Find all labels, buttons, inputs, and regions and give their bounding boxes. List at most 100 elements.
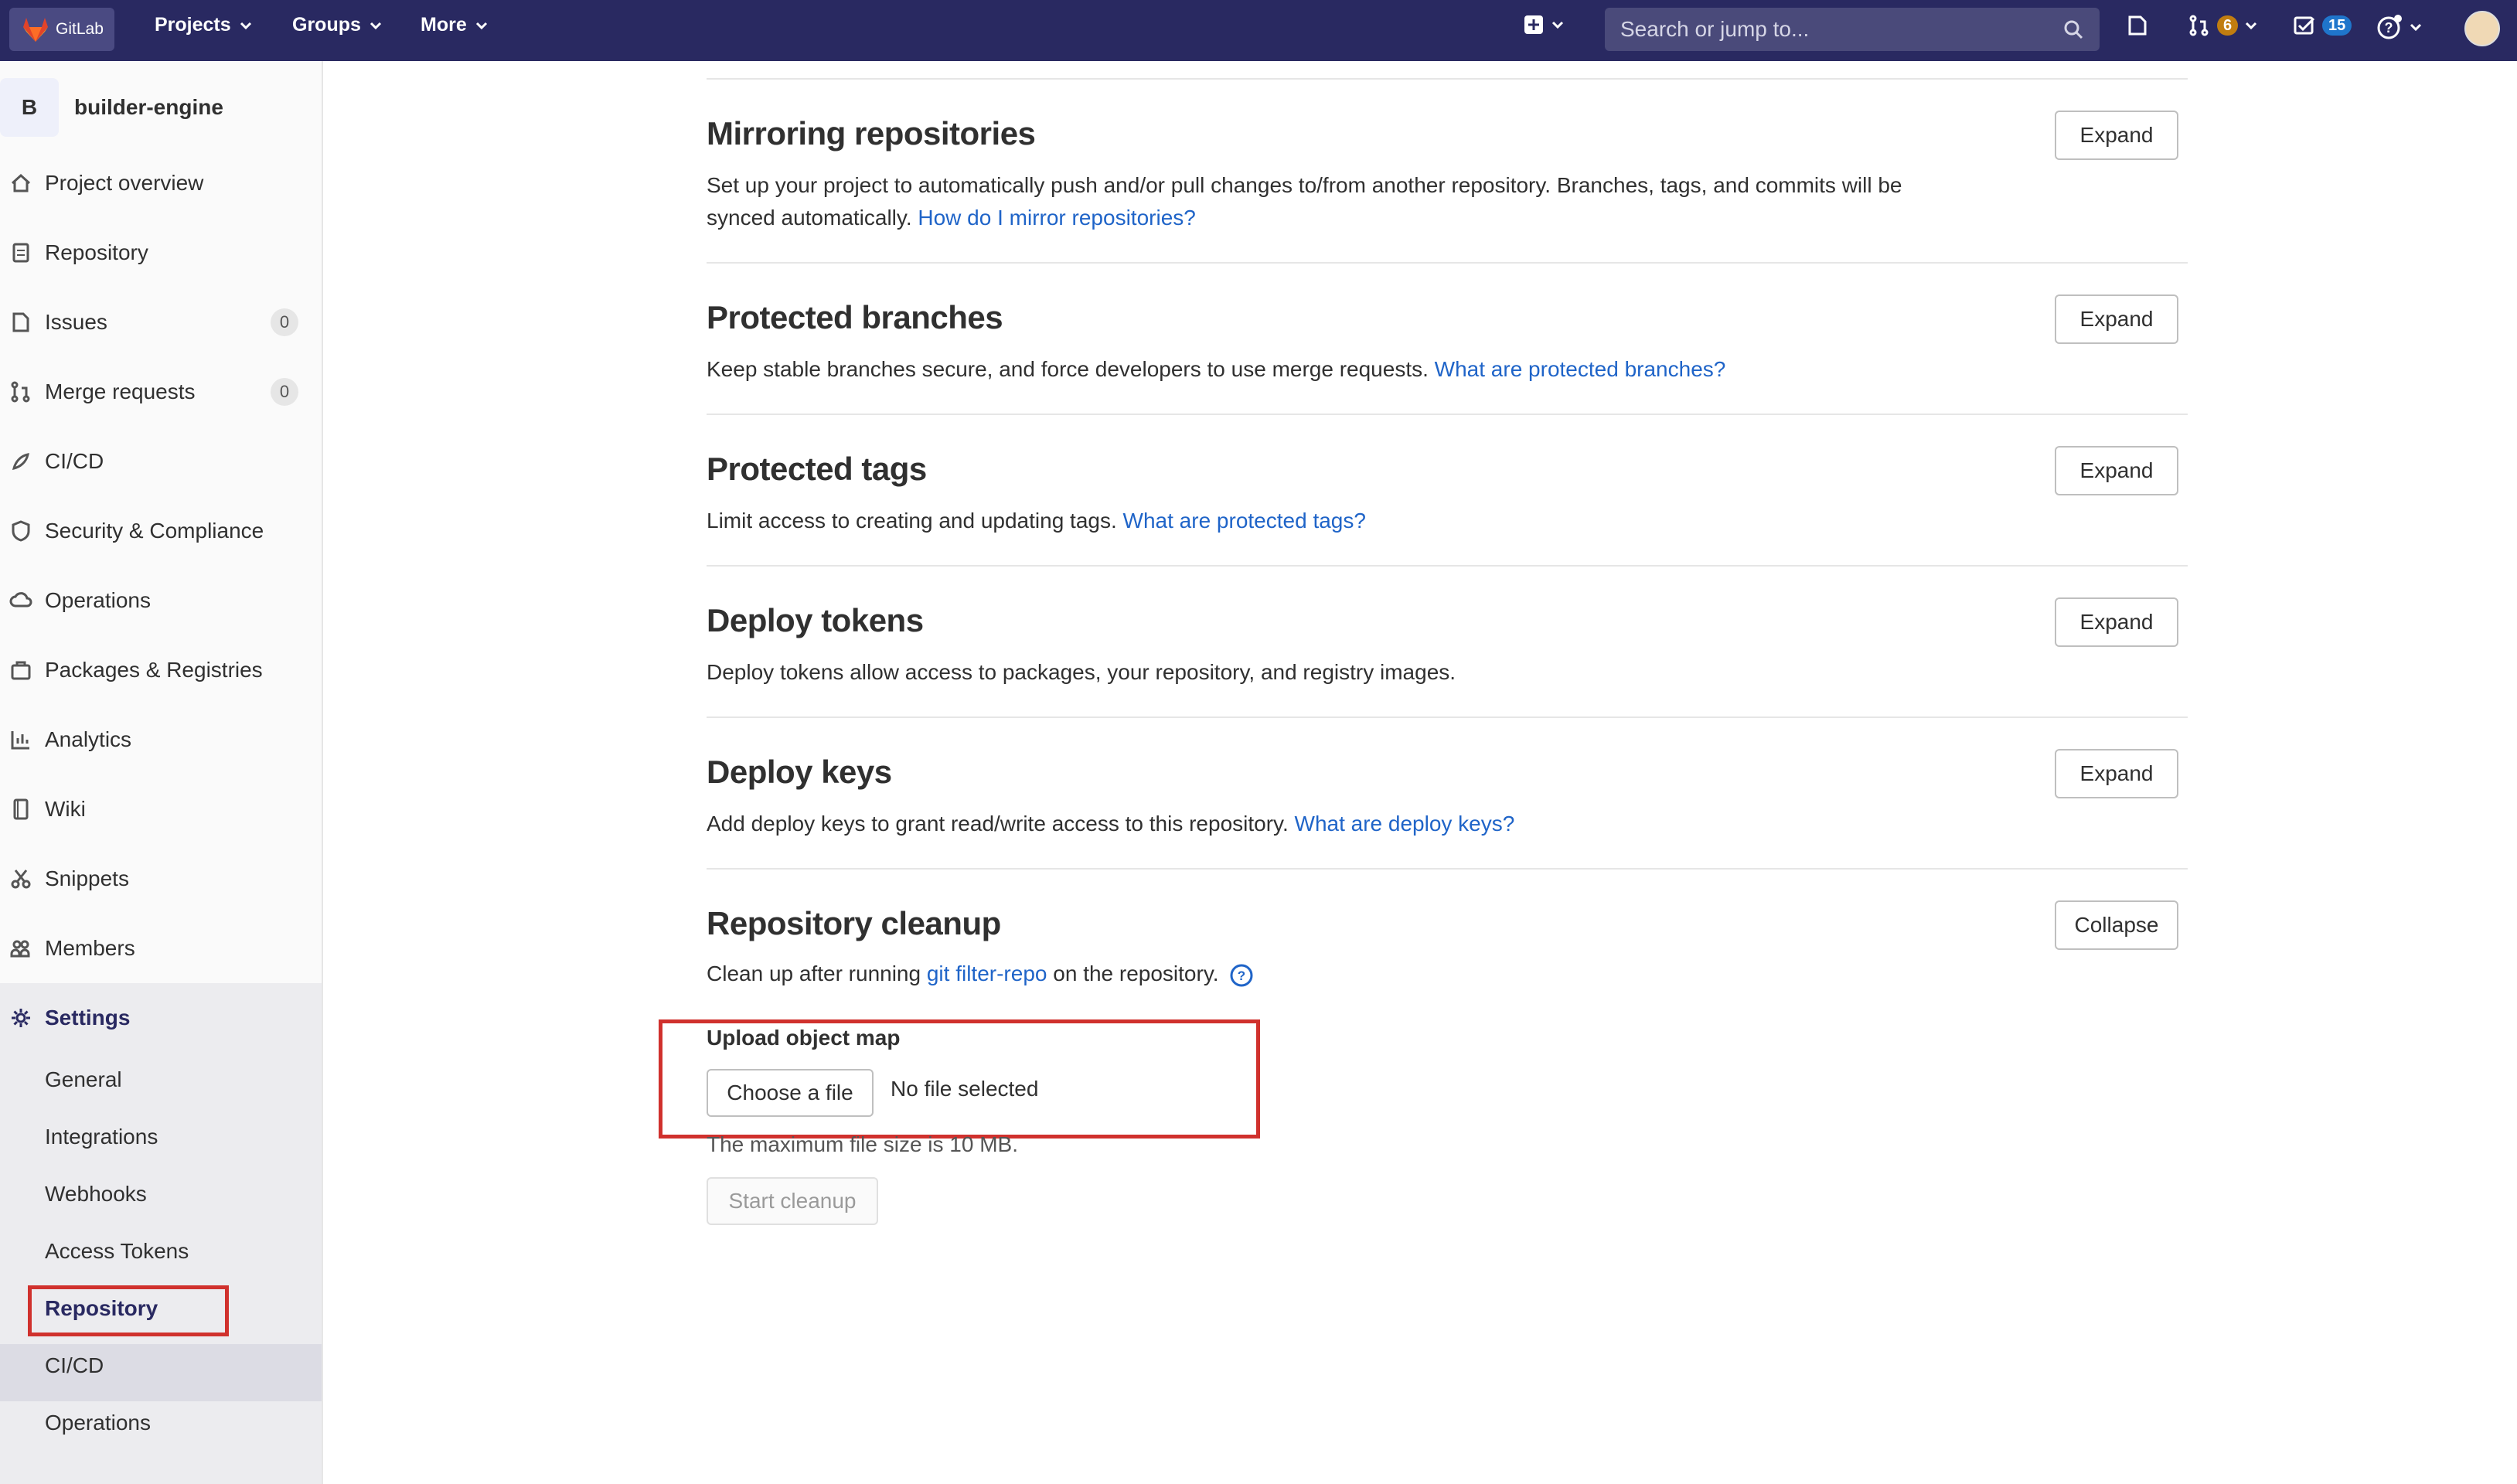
- sidebar-item-operations[interactable]: Operations: [0, 579, 322, 622]
- highlight-box-sidebar: [28, 1285, 229, 1336]
- sidebar-item-cicd[interactable]: CI/CD: [0, 440, 322, 483]
- question-circle-icon[interactable]: ?: [1229, 963, 1254, 988]
- nav-more[interactable]: More: [421, 14, 489, 36]
- chevron-down-icon: [240, 22, 251, 29]
- expand-protected-branches-button[interactable]: Expand: [2055, 294, 2178, 344]
- sidebar-item-label: Snippets: [45, 866, 129, 890]
- settings-sub-operations[interactable]: Operations: [45, 1411, 151, 1435]
- section-desc-mirroring: Set up your project to automatically pus…: [707, 169, 1974, 234]
- search-placeholder: Search or jump to...: [1620, 17, 1810, 41]
- project-header[interactable]: B builder-engine: [0, 78, 223, 137]
- chart-icon: [8, 727, 34, 753]
- settings-sub-cicd[interactable]: CI/CD: [45, 1353, 104, 1378]
- help-dropdown[interactable]: ?: [2376, 14, 2423, 40]
- sidebar-item-analytics[interactable]: Analytics: [0, 718, 322, 761]
- search-input[interactable]: Search or jump to...: [1605, 8, 2100, 51]
- mirroring-help-link[interactable]: How do I mirror repositories?: [918, 206, 1195, 230]
- protected-tags-help-link[interactable]: What are protected tags?: [1123, 509, 1366, 533]
- expand-deploy-keys-button[interactable]: Expand: [2055, 749, 2178, 798]
- issues-icon: [8, 309, 34, 335]
- nav-projects-label: Projects: [155, 14, 231, 36]
- todos-shortcut[interactable]: 15: [2293, 14, 2352, 37]
- expand-protected-tags-button[interactable]: Expand: [2055, 446, 2178, 495]
- collapse-cleanup-button[interactable]: Collapse: [2055, 900, 2178, 950]
- project-name: builder-engine: [74, 95, 223, 119]
- tanuki-icon: [23, 18, 48, 42]
- todos-count: 15: [2322, 15, 2352, 36]
- deploy-keys-help-link[interactable]: What are deploy keys?: [1295, 812, 1515, 836]
- sidebar-item-label: Members: [45, 936, 135, 960]
- cleanup-desc-after: on the repository.: [1053, 962, 1219, 985]
- section-desc-text: Limit access to creating and updating ta…: [707, 509, 1117, 533]
- sidebar-item-merge-requests[interactable]: Merge requests 0: [0, 370, 322, 414]
- sidebar-item-settings[interactable]: Settings: [0, 996, 322, 1040]
- divider: [707, 78, 2188, 80]
- help-icon: ?: [2377, 15, 2402, 39]
- issues-shortcut[interactable]: [2126, 14, 2149, 37]
- git-filter-repo-link[interactable]: git filter-repo: [927, 962, 1047, 985]
- sidebar-item-wiki[interactable]: Wiki: [0, 788, 322, 831]
- settings-sub-webhooks[interactable]: Webhooks: [45, 1182, 147, 1207]
- section-desc-cleanup: Clean up after running git filter-repo o…: [707, 958, 1974, 990]
- project-avatar: B: [0, 78, 59, 137]
- chevron-down-icon: [370, 22, 381, 29]
- sidebar-item-snippets[interactable]: Snippets: [0, 857, 322, 900]
- section-desc-deploy-tokens: Deploy tokens allow access to packages, …: [707, 656, 1974, 689]
- merge-requests-count-badge: 0: [271, 378, 298, 406]
- sidebar-item-label: Settings: [45, 1006, 131, 1030]
- expand-deploy-tokens-button[interactable]: Expand: [2055, 597, 2178, 647]
- merge-requests-count: 6: [2217, 15, 2239, 36]
- sidebar-item-label: CI/CD: [45, 449, 104, 473]
- sidebar-item-label: Operations: [45, 588, 151, 612]
- divider: [707, 262, 2188, 264]
- section-desc-protected-tags: Limit access to creating and updating ta…: [707, 505, 1974, 537]
- sidebar-item-project-overview[interactable]: Project overview: [0, 162, 322, 205]
- gitlab-logo[interactable]: GitLab: [9, 8, 114, 51]
- divider: [707, 868, 2188, 870]
- nav-groups[interactable]: Groups: [292, 14, 383, 36]
- section-desc-text: Add deploy keys to grant read/write acce…: [707, 812, 1289, 836]
- rocket-icon: [8, 448, 34, 475]
- section-title-repository-cleanup: Repository cleanup: [707, 905, 1001, 941]
- merge-requests-shortcut[interactable]: 6: [2188, 14, 2258, 37]
- protected-branches-help-link[interactable]: What are protected branches?: [1435, 357, 1726, 381]
- logo-text: GitLab: [56, 20, 104, 38]
- section-title-mirroring: Mirroring repositories: [707, 115, 1036, 151]
- section-title-deploy-keys: Deploy keys: [707, 754, 892, 790]
- section-title-deploy-tokens: Deploy tokens: [707, 602, 924, 638]
- section-desc-protected-branches: Keep stable branches secure, and force d…: [707, 353, 1974, 386]
- divider: [707, 716, 2188, 718]
- sidebar-item-label: Issues: [45, 310, 107, 334]
- user-avatar[interactable]: [2464, 11, 2500, 46]
- settings-sub-access-tokens[interactable]: Access Tokens: [45, 1239, 189, 1264]
- chevron-down-icon: [2246, 22, 2257, 30]
- sidebar-item-label: Project overview: [45, 171, 204, 195]
- users-icon: [8, 935, 34, 962]
- home-icon: [8, 170, 34, 196]
- chevron-down-icon: [2410, 23, 2422, 32]
- settings-sub-general[interactable]: General: [45, 1067, 122, 1092]
- settings-sub-integrations[interactable]: Integrations: [45, 1125, 158, 1149]
- sidebar-item-label: Wiki: [45, 797, 86, 821]
- issues-count-badge: 0: [271, 308, 298, 336]
- section-title-protected-tags: Protected tags: [707, 451, 927, 487]
- sidebar-item-repository[interactable]: Repository: [0, 231, 322, 274]
- section-title-protected-branches: Protected branches: [707, 299, 1003, 335]
- start-cleanup-button[interactable]: Start cleanup: [707, 1177, 878, 1225]
- sidebar-item-issues[interactable]: Issues 0: [0, 301, 322, 344]
- sidebar-item-security[interactable]: Security & Compliance: [0, 509, 322, 553]
- expand-mirroring-button[interactable]: Expand: [2055, 111, 2178, 160]
- nav-groups-label: Groups: [292, 14, 361, 36]
- shield-icon: [8, 518, 34, 544]
- chevron-down-icon: [1551, 21, 1564, 29]
- gear-icon: [8, 1005, 34, 1031]
- sidebar-item-members[interactable]: Members: [0, 927, 322, 970]
- section-desc-text: Keep stable branches secure, and force d…: [707, 357, 1429, 381]
- sidebar-item-packages[interactable]: Packages & Registries: [0, 648, 322, 692]
- highlight-box-upload: [659, 1019, 1260, 1139]
- new-dropdown[interactable]: [1523, 14, 1565, 36]
- search-icon: [2064, 20, 2083, 39]
- cloud-gear-icon: [8, 587, 34, 614]
- nav-projects[interactable]: Projects: [155, 14, 253, 36]
- file-size-note: The maximum file size is 10 MB.: [707, 1132, 1018, 1156]
